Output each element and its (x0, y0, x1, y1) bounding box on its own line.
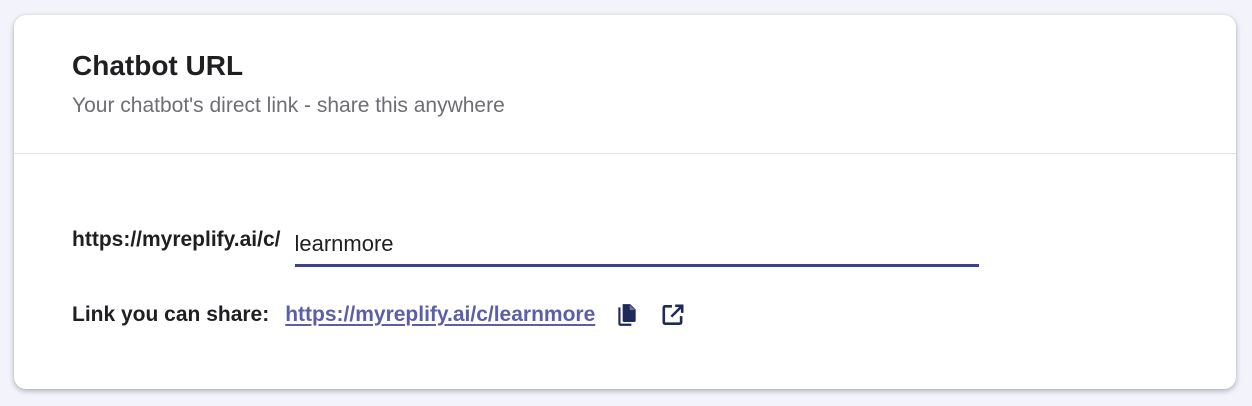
chatbot-url-card: Chatbot URL Your chatbot's direct link -… (14, 15, 1236, 389)
card-title: Chatbot URL (72, 50, 244, 81)
slug-input[interactable] (294, 229, 979, 267)
share-row: Link you can share: https://myreplify.ai… (72, 299, 689, 331)
url-prefix: https://myreplify.ai/c/ (72, 228, 281, 251)
url-editor-row: https://myreplify.ai/c/ (72, 216, 979, 267)
card-subtitle: Your chatbot's direct link - share this … (72, 94, 505, 117)
share-label: Link you can share: (72, 303, 270, 326)
share-link[interactable]: https://myreplify.ai/c/learnmore (285, 303, 595, 327)
card-header: Chatbot URL Your chatbot's direct link -… (14, 15, 1236, 154)
open-external-icon[interactable] (657, 299, 689, 331)
copy-icon[interactable] (611, 299, 643, 331)
